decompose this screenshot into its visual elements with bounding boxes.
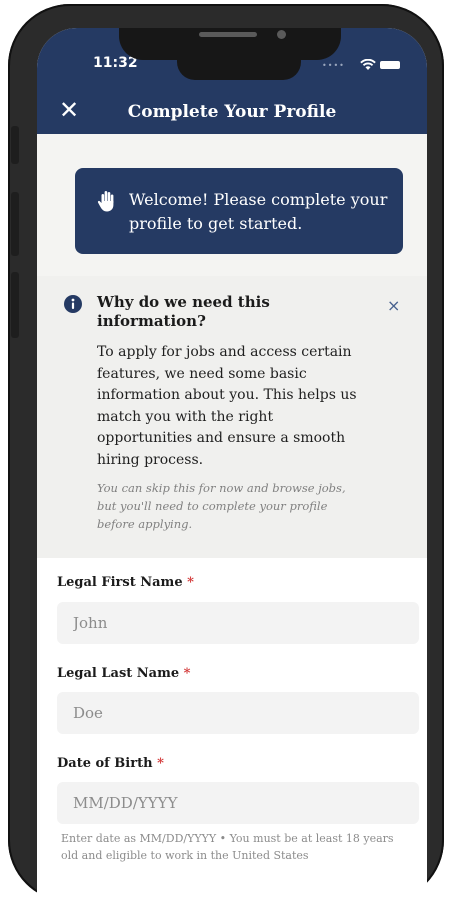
info-body: To apply for jobs and access certain fea… — [97, 344, 357, 468]
dob-hint: Enter date as MM/DD/YYYY • You must be a… — [61, 832, 394, 862]
page-title: Complete Your Profile — [127, 102, 337, 122]
volume-up-button — [11, 192, 19, 256]
volume-down-button — [11, 272, 19, 338]
wifi-icon — [360, 59, 376, 70]
first-name-label-text: Legal First Name — [57, 575, 183, 590]
app-screen: 11:32 •••• ✕ Complete Your Profile Welco… — [37, 28, 427, 908]
silent-switch — [11, 126, 19, 164]
welcome-message: Welcome! Please complete your profile to… — [129, 190, 388, 233]
battery-icon — [380, 61, 400, 69]
last-name-label: Legal Last Name * — [57, 666, 190, 681]
first-name-input[interactable] — [57, 602, 419, 644]
signal-icon: •••• — [322, 61, 345, 70]
speaker-grille — [199, 32, 257, 37]
dynamic-island — [177, 52, 301, 80]
dob-label: Date of Birth * — [57, 756, 164, 771]
last-name-label-text: Legal Last Name — [57, 666, 180, 681]
required-mark: * — [183, 666, 191, 681]
front-camera — [277, 30, 286, 39]
info-note: You can skip this for now and browse job… — [97, 481, 346, 531]
welcome-banner: Welcome! Please complete your profile to… — [75, 168, 403, 254]
dob-label-text: Date of Birth — [57, 756, 153, 771]
hand-icon — [97, 191, 114, 212]
info-panel: × Why do we need this information? To ap… — [37, 276, 427, 559]
dob-input[interactable] — [57, 782, 419, 824]
status-icons: •••• — [322, 59, 402, 71]
required-mark: * — [187, 575, 194, 590]
first-name-label: Legal First Name * — [57, 575, 194, 590]
required-mark: * — [157, 756, 164, 771]
last-name-input[interactable] — [57, 692, 419, 734]
info-heading: Why do we need this information? — [97, 293, 270, 330]
profile-form: Legal First Name * Legal Last Name * Dat… — [37, 558, 427, 908]
status-time: 11:32 — [93, 55, 138, 71]
info-icon — [64, 295, 82, 313]
dismiss-info-button[interactable]: × — [387, 296, 400, 315]
